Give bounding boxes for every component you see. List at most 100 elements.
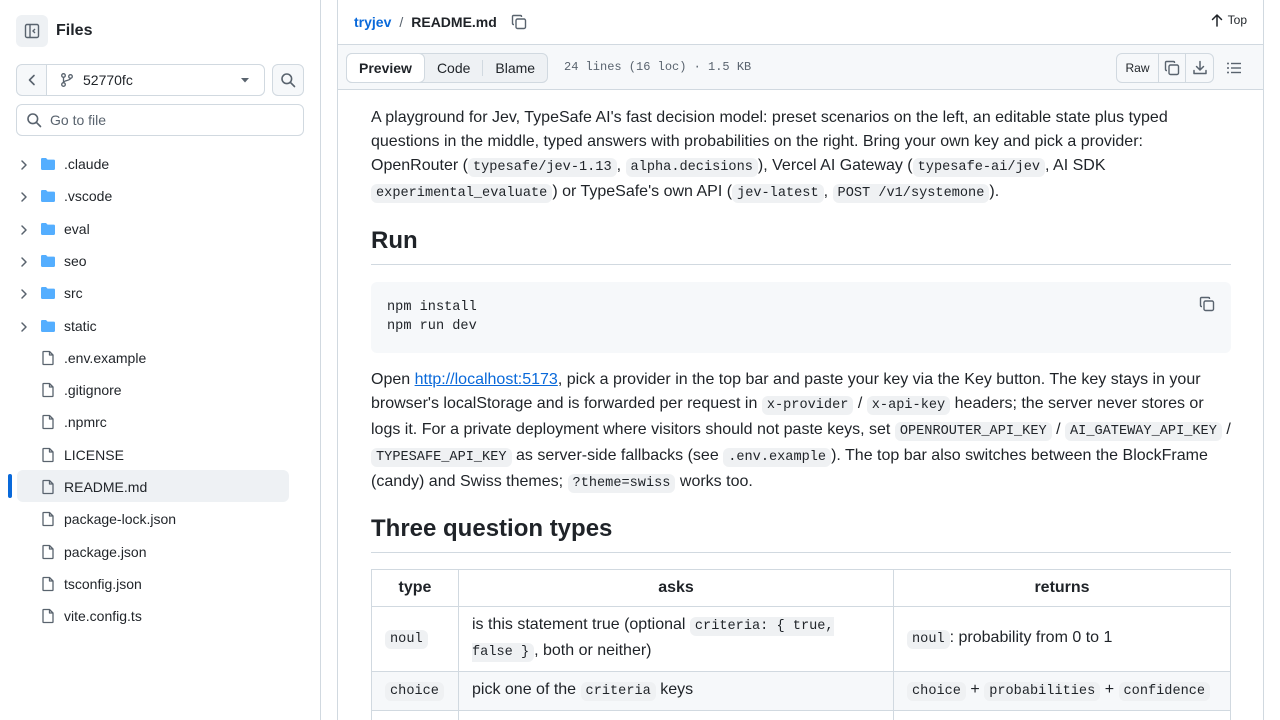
file-icon <box>40 511 56 530</box>
text: is this statement true (optional <box>472 616 686 633</box>
tree-file-license[interactable]: LICENSE <box>0 439 320 471</box>
caret-down-icon <box>241 78 249 83</box>
inline-code: noul <box>385 630 428 649</box>
repo-link[interactable]: tryjev <box>354 14 391 30</box>
file-icon <box>40 382 56 401</box>
download-button[interactable] <box>1186 54 1213 82</box>
inline-code: TYPESAFE_API_KEY <box>371 448 512 467</box>
tree-file-env-example[interactable]: .env.example <box>0 342 320 374</box>
file-tree-sidebar: Files 52770fc .claude .vscode eval seo src st… <box>0 0 321 720</box>
table-cell: choice <box>371 671 459 711</box>
file-icon <box>40 414 56 433</box>
tree-item-label: package.json <box>64 543 147 560</box>
code-line: npm install <box>387 300 477 315</box>
tree-folder-src[interactable]: src <box>0 277 320 309</box>
tree-file-readme-md[interactable]: README.md <box>0 471 320 503</box>
file-icon <box>40 447 56 466</box>
inline-code: AI_GATEWAY_API_KEY <box>1065 422 1222 441</box>
file-icon <box>40 576 56 595</box>
folder-icon <box>40 285 56 304</box>
back-to-top-button[interactable]: Top <box>1211 13 1247 27</box>
copy-icon <box>1164 60 1180 76</box>
search-icon <box>27 113 42 128</box>
text: ) or TypeSafe's own API ( <box>552 183 733 200</box>
go-to-file-field[interactable] <box>16 104 304 136</box>
raw-button[interactable]: Raw <box>1117 54 1159 82</box>
table-cell <box>371 710 459 720</box>
chevron-right-icon[interactable] <box>18 287 30 303</box>
inline-code: typesafe-ai/jev <box>912 158 1046 177</box>
chevron-right-icon[interactable] <box>18 320 30 336</box>
table-row <box>371 710 1231 720</box>
branch-name: 52770fc <box>83 72 133 88</box>
tree-file-tsconfig-json[interactable]: tsconfig.json <box>0 568 320 600</box>
localhost-link[interactable]: http://localhost:5173 <box>415 371 558 388</box>
tree-item-label: vite.config.ts <box>64 608 142 625</box>
back-button[interactable] <box>17 65 47 95</box>
chevron-right-icon[interactable] <box>18 190 30 206</box>
git-branch-icon <box>61 73 73 87</box>
run-heading-wrap: Run <box>371 226 1231 265</box>
search-files-button[interactable] <box>272 64 304 96</box>
tree-folder-vscode[interactable]: .vscode <box>0 180 320 212</box>
tree-folder-static[interactable]: static <box>0 310 320 342</box>
tab-code[interactable]: Code <box>425 54 482 82</box>
folder-icon <box>40 156 56 175</box>
tree-file-package-lock-json[interactable]: package-lock.json <box>0 503 320 535</box>
tree-file-vite-config-ts[interactable]: vite.config.ts <box>0 600 320 632</box>
tree-item-label: LICENSE <box>64 446 124 463</box>
text: keys <box>660 681 694 698</box>
inline-code: experimental_evaluate <box>371 184 553 203</box>
inline-code: choice <box>385 682 444 701</box>
tree-file-npmrc[interactable]: .npmrc <box>0 406 320 438</box>
file-header: Preview Code Blame 24 lines (16 loc) · 1… <box>338 44 1263 90</box>
table-cell <box>458 710 894 720</box>
folder-icon <box>40 318 56 337</box>
table-row: choice pick one of the criteria keys cho… <box>371 671 1231 711</box>
table-cell: pick one of the criteria keys <box>458 671 894 711</box>
code-block: npm install npm run dev <box>371 282 1231 353</box>
copy-code-button[interactable] <box>1199 296 1215 319</box>
inline-code: x-provider <box>761 396 854 415</box>
run-heading: Run <box>371 227 418 254</box>
copy-path-button[interactable] <box>511 14 527 30</box>
go-to-file-input[interactable] <box>50 112 290 128</box>
tab-blame[interactable]: Blame <box>483 54 547 82</box>
inline-code: ?theme=swiss <box>567 474 676 493</box>
text: as server-side fallbacks (see <box>515 447 719 464</box>
tree-item-label: README.md <box>64 479 148 495</box>
tree-item-label: eval <box>64 220 90 237</box>
path-separator: / <box>399 14 404 30</box>
copy-raw-button[interactable] <box>1159 54 1186 82</box>
collapse-sidebar-button[interactable] <box>16 15 48 47</box>
sidebar-collapse-icon <box>24 23 40 39</box>
tree-file-gitignore[interactable]: .gitignore <box>0 374 320 406</box>
tree-folder-claude[interactable]: .claude <box>0 148 320 180</box>
tree-folder-seo[interactable]: seo <box>0 245 320 277</box>
chevron-right-icon[interactable] <box>18 255 30 271</box>
inline-code: noul <box>907 630 950 649</box>
table-cell: noul: probability from 0 to 1 <box>893 606 1231 672</box>
column-header: returns <box>893 569 1231 607</box>
inline-code: x-api-key <box>866 396 951 415</box>
table-row: noul is this statement true (optional cr… <box>371 606 1231 672</box>
outline-button[interactable] <box>1218 53 1250 83</box>
copy-icon <box>511 14 527 30</box>
file-icon <box>40 608 56 627</box>
tree-item-label: .gitignore <box>64 382 122 399</box>
tree-file-package-json[interactable]: package.json <box>0 536 320 568</box>
text: , both or neither) <box>534 642 652 659</box>
tree-folder-eval[interactable]: eval <box>0 213 320 245</box>
question-types-table: type asks returns noul is this statement… <box>371 569 1231 720</box>
table-cell <box>893 710 1231 720</box>
text: / <box>1226 421 1231 438</box>
text: works too. <box>679 473 753 490</box>
branch-dropdown[interactable]: 52770fc <box>47 65 264 95</box>
inline-code: POST /v1/systemone <box>832 184 990 203</box>
tree-item-label: .npmrc <box>64 414 107 431</box>
chevron-right-icon[interactable] <box>18 158 30 174</box>
chevron-right-icon[interactable] <box>18 223 30 239</box>
tab-preview[interactable]: Preview <box>346 53 425 83</box>
folder-icon <box>40 188 56 207</box>
intro-paragraph: A playground for Jev, TypeSafe AI's fast… <box>371 106 1231 206</box>
